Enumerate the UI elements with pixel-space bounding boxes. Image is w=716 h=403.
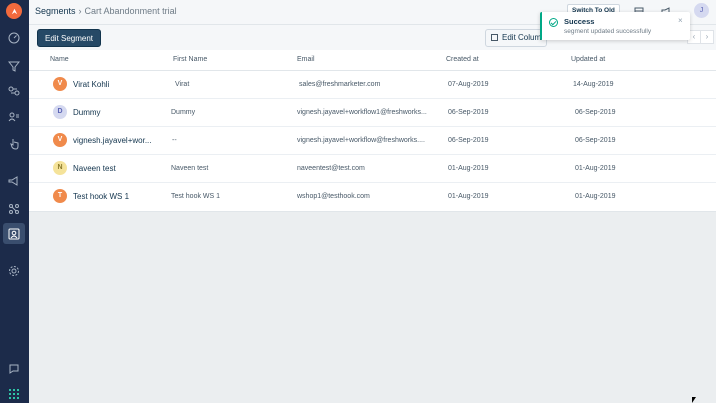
cell-updated-at: 01-Aug-2019 [575, 193, 616, 200]
settings-icon[interactable] [7, 264, 21, 278]
breadcrumb-current: Cart Abandonment trial [84, 6, 177, 16]
cell-email: wshop1@testhook.com [297, 193, 370, 200]
sidebar [0, 0, 29, 403]
cell-updated-at: 06-Sep-2019 [575, 137, 616, 144]
column-header-created-at[interactable]: Created at [446, 56, 479, 63]
cell-name[interactable]: Virat Kohli [73, 80, 109, 89]
table-row[interactable]: N Naveen test Naveen test naveentest@tes… [29, 155, 716, 183]
cell-first-name: Naveen test [171, 165, 209, 172]
table-row[interactable]: V Virat Kohli Virat sales@freshmarketer.… [29, 71, 716, 99]
avatar: D [53, 105, 67, 119]
app-logo-icon[interactable] [6, 3, 22, 19]
avatar: T [53, 189, 67, 203]
cell-email: vignesh.jayavel+workflow1@freshworks... [297, 109, 427, 116]
funnel-icon[interactable] [7, 59, 21, 73]
table-row[interactable]: V vignesh.jayavel+wor... -- vignesh.jaya… [29, 127, 716, 155]
edit-columns-button[interactable]: Edit Columns [485, 29, 547, 47]
mouse-cursor [692, 397, 696, 403]
table-header: Name First Name Email Created at Updated… [29, 50, 716, 71]
workflow-icon[interactable] [7, 202, 21, 216]
cell-email: naveentest@test.com [297, 165, 365, 172]
breadcrumb: Segments › Cart Abandonment trial [35, 6, 177, 16]
segments-icon[interactable] [7, 227, 21, 241]
cell-created-at: 07-Aug-2019 [448, 81, 489, 88]
cell-email: vignesh.jayavel+workflow@freshworks.... [297, 137, 425, 144]
table-row[interactable]: D Dummy Dummy vignesh.jayavel+workflow1@… [29, 99, 716, 127]
toast-title: Success [564, 17, 595, 26]
avatar: V [53, 133, 67, 147]
breadcrumb-root[interactable]: Segments [35, 6, 76, 16]
cell-name[interactable]: vignesh.jayavel+wor... [73, 136, 152, 145]
cell-updated-at: 01-Aug-2019 [575, 165, 616, 172]
toast-message: segment updated successfully [564, 28, 652, 35]
edit-segment-button[interactable]: Edit Segment [37, 29, 102, 47]
cell-name[interactable]: Dummy [73, 108, 101, 117]
column-header-name[interactable]: Name [50, 56, 69, 63]
cell-updated-at: 06-Sep-2019 [575, 109, 616, 116]
avatar: N [53, 161, 67, 175]
success-check-icon [549, 18, 558, 27]
cell-first-name: Virat [175, 81, 190, 88]
dashboard-icon[interactable] [7, 31, 21, 45]
cell-first-name: -- [172, 137, 177, 144]
cell-created-at: 06-Sep-2019 [448, 137, 489, 144]
user-avatar[interactable]: J [694, 3, 709, 18]
avatar: V [53, 77, 67, 91]
cell-created-at: 01-Aug-2019 [448, 165, 489, 172]
cell-created-at: 01-Aug-2019 [448, 193, 489, 200]
cell-first-name: Test hook WS 1 [171, 193, 221, 200]
segment-contacts-table: Name First Name Email Created at Updated… [29, 50, 716, 212]
cell-created-at: 06-Sep-2019 [448, 109, 489, 116]
columns-icon [491, 34, 498, 41]
contacts-icon[interactable] [7, 110, 21, 124]
cell-email: sales@freshmarketer.com [299, 81, 381, 88]
cell-updated-at: 14-Aug-2019 [573, 81, 614, 88]
apps-grid-icon[interactable] [7, 387, 21, 401]
chat-icon[interactable] [7, 362, 21, 376]
success-toast: Success segment updated successfully × [540, 12, 690, 40]
cell-first-name: Dummy [171, 109, 196, 116]
next-page-button[interactable]: › [700, 30, 714, 44]
close-icon[interactable]: × [678, 16, 683, 25]
journey-icon[interactable] [7, 84, 21, 98]
touch-icon[interactable] [7, 137, 21, 151]
breadcrumb-separator: › [78, 6, 82, 16]
column-header-updated-at[interactable]: Updated at [571, 56, 605, 63]
table-row[interactable]: T Test hook WS 1 Test hook WS 1 wshop1@t… [29, 183, 716, 211]
campaign-icon[interactable] [7, 174, 21, 188]
cell-name[interactable]: Naveen test [73, 164, 116, 173]
cell-name[interactable]: Test hook WS 1 [73, 192, 129, 201]
column-header-first-name[interactable]: First Name [173, 56, 207, 63]
column-header-email[interactable]: Email [297, 56, 315, 63]
